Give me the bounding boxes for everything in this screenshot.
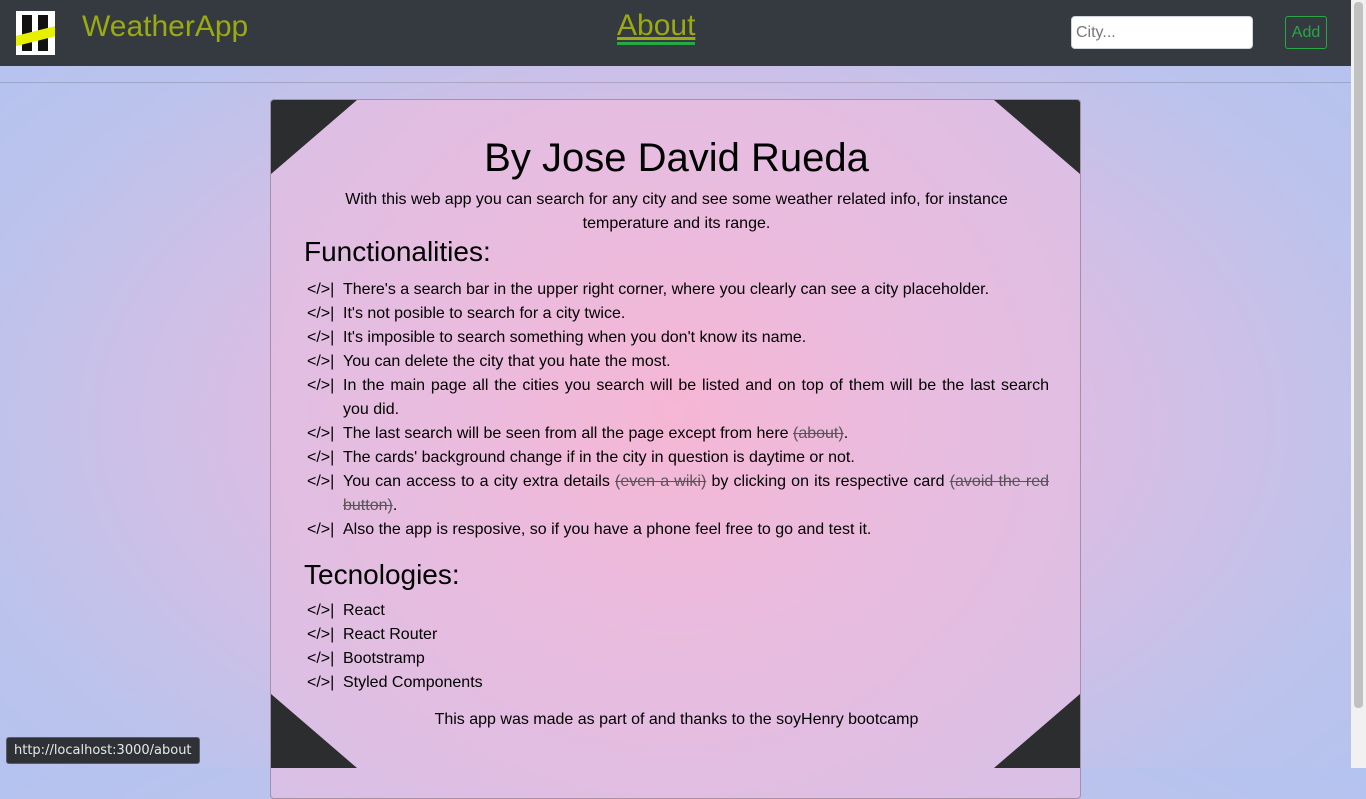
technologies-heading: Tecnologies: xyxy=(304,559,460,590)
list-marker: </>| xyxy=(307,626,335,643)
list-item: </>| React xyxy=(307,599,1049,623)
list-marker: </>| xyxy=(307,602,335,619)
brand-link[interactable]: WeatherApp xyxy=(82,10,248,44)
corner-decoration xyxy=(994,694,1080,768)
list-marker: </>| xyxy=(307,281,335,298)
list-item: </>| You can delete the city that you hat… xyxy=(307,350,1049,374)
list-item: </>| The last search will be seen from al… xyxy=(307,422,1049,446)
list-item: </>| Bootstramp xyxy=(307,647,1049,671)
functionalities-list: </>| There's a search bar in the upper ri… xyxy=(307,278,1049,542)
list-marker: </>| xyxy=(307,449,335,466)
list-marker: </>| xyxy=(307,650,335,667)
list-marker: </>| xyxy=(307,425,335,442)
corner-decoration xyxy=(271,694,357,768)
divider xyxy=(0,82,1351,83)
intro-text: With this web app you can search for any… xyxy=(345,191,1008,232)
list-marker: </>| xyxy=(307,305,335,322)
link-status-tooltip: http://localhost:3000/about xyxy=(6,737,200,764)
navbar: WeatherApp About Add xyxy=(0,0,1351,66)
app-logo-icon[interactable] xyxy=(16,11,55,55)
list-marker: </>| xyxy=(307,521,335,538)
functionalities-heading: Functionalities: xyxy=(304,236,491,267)
list-item: </>| In the main page all the cities you … xyxy=(307,374,1049,422)
struck-text: (even a wiki) xyxy=(615,473,707,490)
list-item: </>| Also the app is resposive, so if you… xyxy=(307,518,1049,542)
scrollbar-thumb[interactable] xyxy=(1354,2,1363,708)
vertical-scrollbar[interactable] xyxy=(1351,0,1366,768)
list-item: </>| It's imposible to search something w… xyxy=(307,326,1049,350)
list-item: </>| Styled Components xyxy=(307,671,1049,695)
list-item: </>| React Router xyxy=(307,623,1049,647)
list-marker: </>| xyxy=(307,674,335,691)
list-item: </>| The cards' background change if in t… xyxy=(307,446,1049,470)
list-item: </>| There's a search bar in the upper ri… xyxy=(307,278,1049,302)
list-item: </>| It's not posible to search for a cit… xyxy=(307,302,1049,326)
city-search-input[interactable] xyxy=(1071,16,1253,49)
list-item: </>| You can access to a city extra detai… xyxy=(307,470,1049,518)
about-link[interactable]: About xyxy=(617,10,696,45)
list-marker: </>| xyxy=(307,353,335,370)
technologies-list: </>| React </>| React Router </>| Bootstram… xyxy=(307,599,1049,695)
list-marker: </>| xyxy=(307,329,335,346)
list-marker: </>| xyxy=(307,473,335,490)
about-card: By Jose David Rueda With this web app yo… xyxy=(270,99,1081,799)
footer-text: This app was made as part of and thanks … xyxy=(434,711,919,728)
list-marker: </>| xyxy=(307,377,335,394)
add-button[interactable]: Add xyxy=(1285,16,1327,49)
page-title: By Jose David Rueda xyxy=(484,136,869,180)
struck-text: (about) xyxy=(793,425,844,442)
